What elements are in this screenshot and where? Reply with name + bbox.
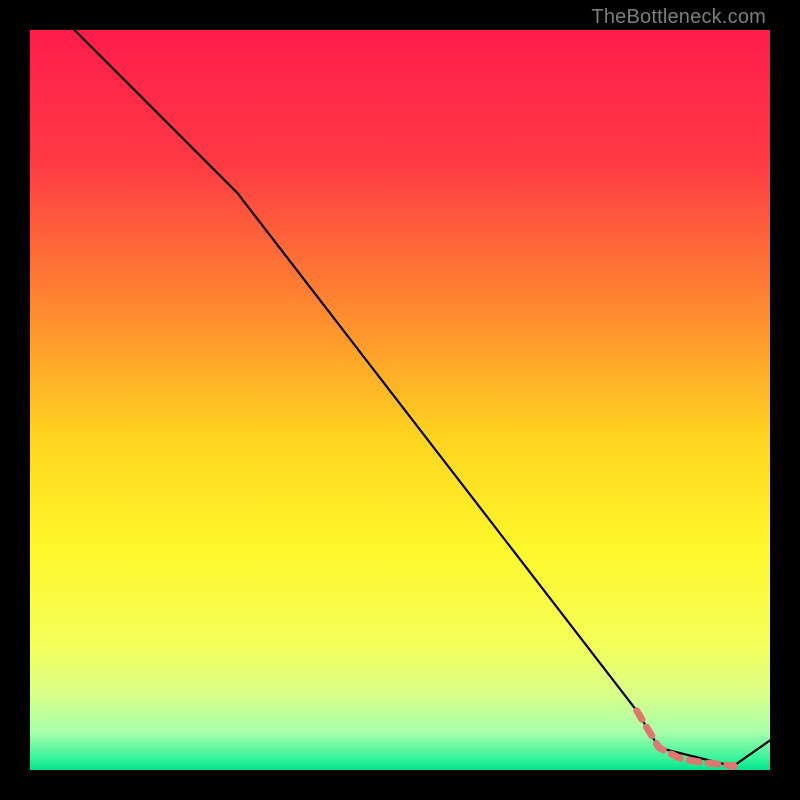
series-curve (74, 30, 770, 766)
plot-area (30, 30, 770, 770)
series-dash-overlay (637, 711, 733, 767)
chart-stage: TheBottleneck.com (0, 0, 800, 800)
chart-lines (30, 30, 770, 770)
watermark-text: TheBottleneck.com (591, 6, 766, 29)
